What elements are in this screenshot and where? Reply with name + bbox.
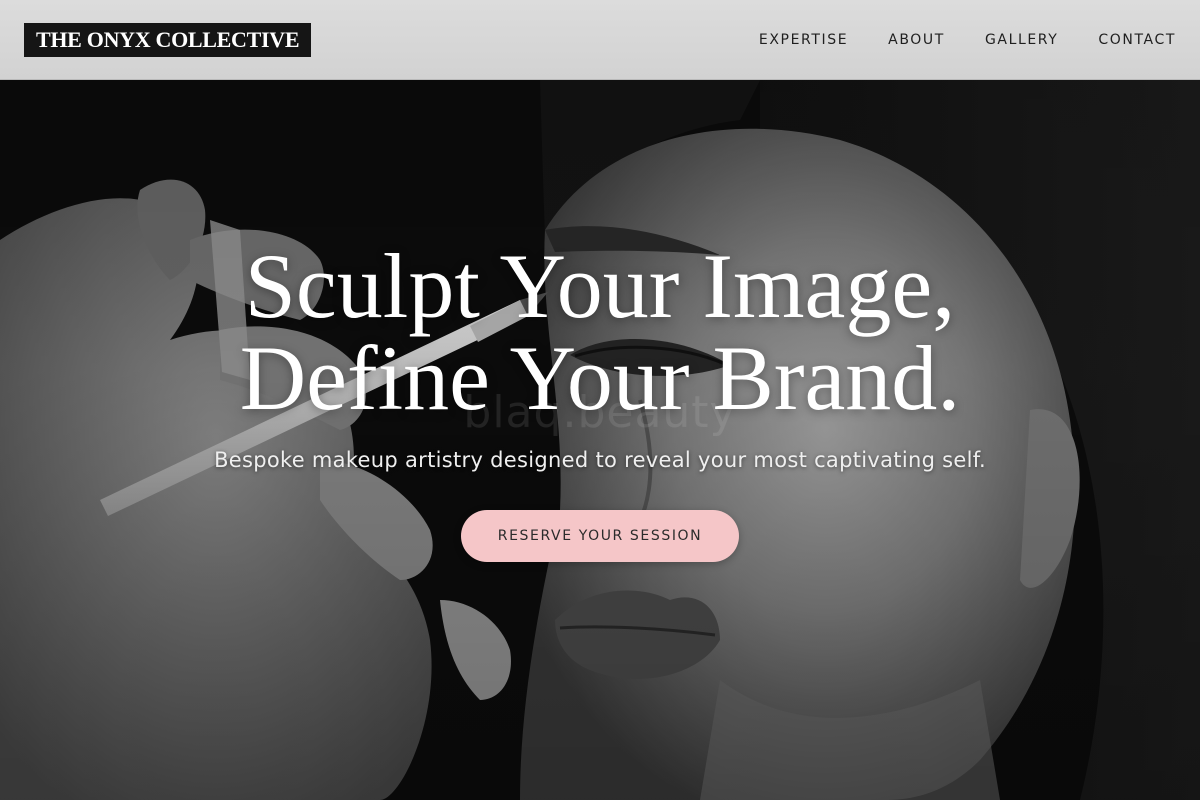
nav-link-expertise[interactable]: EXPERTISE [759,32,848,48]
main-nav: EXPERTISE ABOUT GALLERY CONTACT [759,0,1176,80]
nav-link-contact[interactable]: CONTACT [1098,32,1176,48]
hero-title: Sculpt Your Image, Define Your Brand. [0,240,1200,424]
nav-link-gallery[interactable]: GALLERY [985,32,1058,48]
hero-title-line-1: Sculpt Your Image, [244,235,956,337]
hero-overlay [0,80,1200,800]
hero-title-line-2: Define Your Brand. [239,327,961,429]
site-logo[interactable]: THE ONYX COLLECTIVE [24,23,312,57]
hero-section: blaq.beauty Sculpt Your Image, Define Yo… [0,80,1200,800]
nav-link-about[interactable]: ABOUT [888,32,945,48]
hero-subtitle: Bespoke makeup artistry designed to reve… [214,448,986,472]
reserve-session-button[interactable]: RESERVE YOUR SESSION [461,510,739,562]
page: THE ONYX COLLECTIVE EXPERTISE ABOUT GALL… [0,0,1200,800]
site-header: THE ONYX COLLECTIVE EXPERTISE ABOUT GALL… [0,0,1200,80]
